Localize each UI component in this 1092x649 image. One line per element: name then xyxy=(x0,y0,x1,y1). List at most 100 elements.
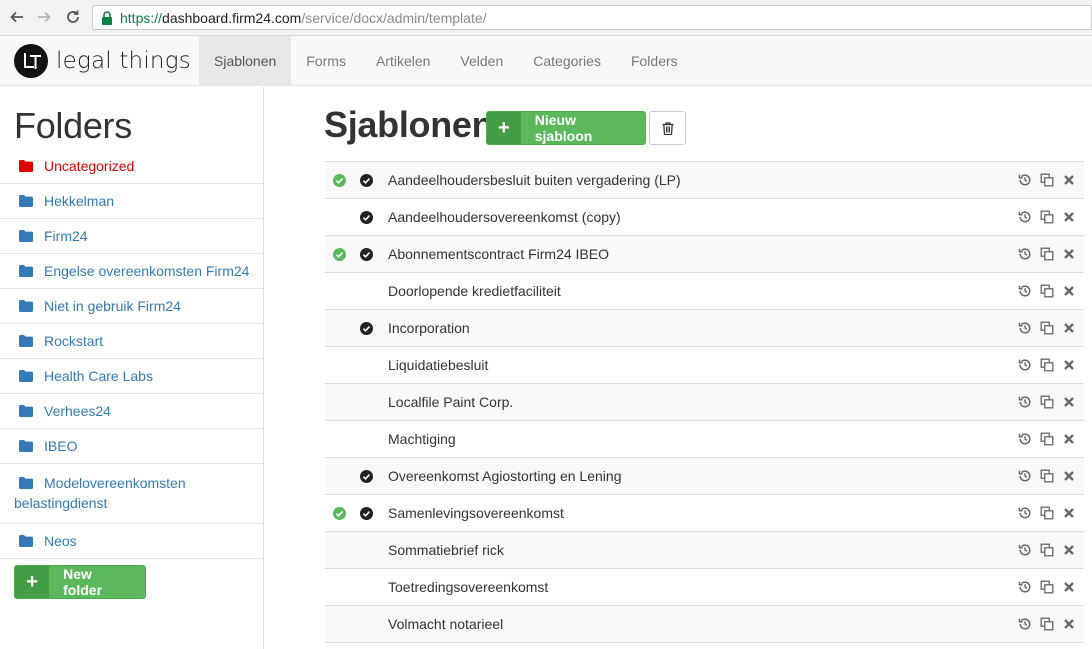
template-row[interactable]: Machtiging xyxy=(325,421,1084,458)
new-folder-button[interactable]: + New folder xyxy=(14,565,146,599)
copy-icon[interactable] xyxy=(1040,321,1054,335)
brand[interactable]: legal things xyxy=(14,44,191,78)
row-actions xyxy=(1018,543,1076,557)
copy-icon[interactable] xyxy=(1040,284,1054,298)
folder-item-health-care-labs[interactable]: Health Care Labs xyxy=(0,359,263,394)
template-name[interactable]: Doorlopende kredietfaciliteit xyxy=(388,283,561,299)
template-row[interactable]: Localfile Paint Corp. xyxy=(325,384,1084,421)
history-icon[interactable] xyxy=(1018,321,1032,335)
history-icon[interactable] xyxy=(1018,580,1032,594)
history-icon[interactable] xyxy=(1018,173,1032,187)
template-name[interactable]: Samenlevingsovereenkomst xyxy=(388,505,564,521)
delete-icon[interactable] xyxy=(1062,432,1076,446)
copy-icon[interactable] xyxy=(1040,506,1054,520)
reload-icon[interactable] xyxy=(62,6,84,28)
folder-item-hekkelman[interactable]: Hekkelman xyxy=(0,184,263,219)
folder-item-verhees24[interactable]: Verhees24 xyxy=(0,394,263,429)
folder-item-engelse-overeenkomsten[interactable]: Engelse overeenkomsten Firm24 xyxy=(0,254,263,289)
copy-icon[interactable] xyxy=(1040,469,1054,483)
delete-selected-button[interactable] xyxy=(649,111,686,145)
history-icon[interactable] xyxy=(1018,432,1032,446)
copy-icon[interactable] xyxy=(1040,580,1054,594)
delete-icon[interactable] xyxy=(1062,247,1076,261)
folder-label: Rockstart xyxy=(44,333,104,349)
back-arrow-icon[interactable] xyxy=(6,6,28,28)
template-name[interactable]: Abonnementscontract Firm24 IBEO xyxy=(388,246,609,262)
template-row[interactable]: Liquidatiebesluit xyxy=(325,347,1084,384)
tab-forms[interactable]: Forms xyxy=(291,36,361,86)
template-row[interactable]: Volmacht notarieel xyxy=(325,606,1084,643)
folder-label: Modelovereenkomsten belastingdienst xyxy=(14,475,186,511)
copy-icon[interactable] xyxy=(1040,358,1054,372)
template-name[interactable]: Localfile Paint Corp. xyxy=(388,394,513,410)
template-name[interactable]: Incorporation xyxy=(388,320,470,336)
folder-item-neos[interactable]: Neos xyxy=(0,524,263,559)
delete-icon[interactable] xyxy=(1062,358,1076,372)
new-template-button[interactable]: + Nieuw sjabloon xyxy=(486,111,646,145)
template-name[interactable]: Machtiging xyxy=(388,431,456,447)
tab-artikelen[interactable]: Artikelen xyxy=(361,36,445,86)
delete-icon[interactable] xyxy=(1062,321,1076,335)
forward-arrow-icon[interactable] xyxy=(33,6,55,28)
history-icon[interactable] xyxy=(1018,469,1032,483)
active-check-icon xyxy=(360,211,373,224)
copy-icon[interactable] xyxy=(1040,432,1054,446)
copy-icon[interactable] xyxy=(1040,617,1054,631)
folders-sidebar: Folders Uncategorized Hekkelman Firm24 E… xyxy=(0,87,264,649)
template-row[interactable]: Overeenkomst Agiostorting en Lening xyxy=(325,458,1084,495)
template-name[interactable]: Overeenkomst Agiostorting en Lening xyxy=(388,468,621,484)
history-icon[interactable] xyxy=(1018,284,1032,298)
folder-icon xyxy=(19,370,33,382)
folder-item-niet-in-gebruik[interactable]: Niet in gebruik Firm24 xyxy=(0,289,263,324)
history-icon[interactable] xyxy=(1018,506,1032,520)
address-bar[interactable]: https://dashboard.firm24.com/service/doc… xyxy=(92,5,1092,30)
template-row[interactable]: Aandeelhoudersbesluit buiten vergadering… xyxy=(325,162,1084,199)
history-icon[interactable] xyxy=(1018,543,1032,557)
history-icon[interactable] xyxy=(1018,358,1032,372)
template-row[interactable]: Doorlopende kredietfaciliteit xyxy=(325,273,1084,310)
tab-categories[interactable]: Categories xyxy=(518,36,616,86)
template-row[interactable]: Abonnementscontract Firm24 IBEO xyxy=(325,236,1084,273)
template-name[interactable]: Toetredingsovereenkomst xyxy=(388,579,548,595)
delete-icon[interactable] xyxy=(1062,506,1076,520)
delete-icon[interactable] xyxy=(1062,469,1076,483)
row-actions xyxy=(1018,358,1076,372)
template-name[interactable]: Aandeelhoudersbesluit buiten vergadering… xyxy=(388,172,681,188)
delete-icon[interactable] xyxy=(1062,395,1076,409)
delete-icon[interactable] xyxy=(1062,284,1076,298)
folder-icon xyxy=(19,335,33,347)
copy-icon[interactable] xyxy=(1040,173,1054,187)
folder-item-ibeo[interactable]: IBEO xyxy=(0,429,263,464)
tab-velden[interactable]: Velden xyxy=(445,36,518,86)
history-icon[interactable] xyxy=(1018,247,1032,261)
history-icon[interactable] xyxy=(1018,210,1032,224)
delete-icon[interactable] xyxy=(1062,543,1076,557)
folder-icon xyxy=(19,440,33,452)
template-name[interactable]: Aandeelhoudersovereenkomst (copy) xyxy=(388,209,621,225)
template-row[interactable]: Sommatiebrief rick xyxy=(325,532,1084,569)
delete-icon[interactable] xyxy=(1062,210,1076,224)
copy-icon[interactable] xyxy=(1040,247,1054,261)
history-icon[interactable] xyxy=(1018,395,1032,409)
template-row[interactable]: Toetredingsovereenkomst xyxy=(325,569,1084,606)
copy-icon[interactable] xyxy=(1040,543,1054,557)
folder-item-firm24[interactable]: Firm24 xyxy=(0,219,263,254)
folder-item-uncategorized[interactable]: Uncategorized xyxy=(0,149,263,184)
tab-sjablonen[interactable]: Sjablonen xyxy=(199,36,292,86)
history-icon[interactable] xyxy=(1018,617,1032,631)
template-row[interactable]: Incorporation xyxy=(325,310,1084,347)
published-check-icon xyxy=(333,507,346,520)
copy-icon[interactable] xyxy=(1040,395,1054,409)
template-name[interactable]: Sommatiebrief rick xyxy=(388,542,504,558)
tab-folders[interactable]: Folders xyxy=(616,36,693,86)
template-name[interactable]: Volmacht notarieel xyxy=(388,616,503,632)
delete-icon[interactable] xyxy=(1062,617,1076,631)
template-row[interactable]: Samenlevingsovereenkomst xyxy=(325,495,1084,532)
folder-item-rockstart[interactable]: Rockstart xyxy=(0,324,263,359)
delete-icon[interactable] xyxy=(1062,580,1076,594)
delete-icon[interactable] xyxy=(1062,173,1076,187)
template-name[interactable]: Liquidatiebesluit xyxy=(388,357,488,373)
template-row[interactable]: Aandeelhoudersovereenkomst (copy) xyxy=(325,199,1084,236)
folder-item-modelovereenkomsten[interactable]: Modelovereenkomsten belastingdienst xyxy=(0,464,263,524)
copy-icon[interactable] xyxy=(1040,210,1054,224)
